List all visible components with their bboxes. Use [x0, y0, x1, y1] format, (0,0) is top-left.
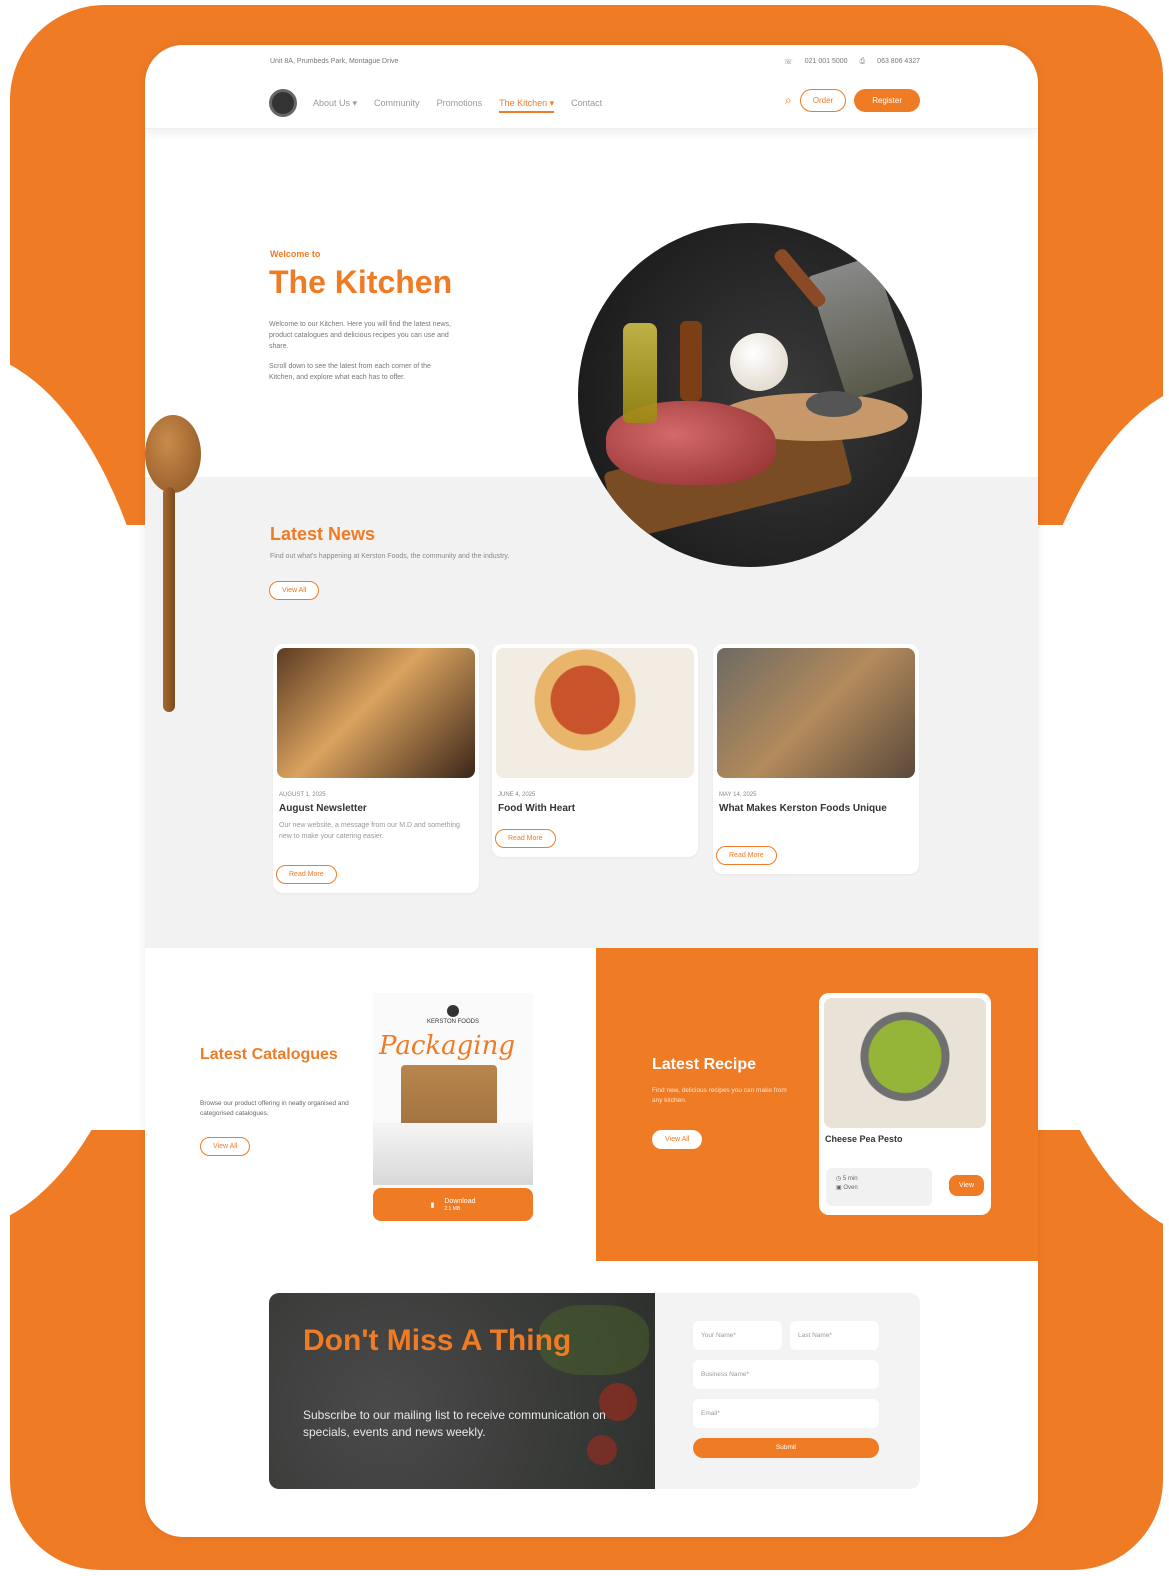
latest-news-section: Latest News Find out what's happening at… — [145, 477, 1038, 948]
newsletter-title: Don't Miss A Thing — [303, 1324, 572, 1357]
browser-mockup: Unit 8A, Prumbeds Park, Montague Drive ☏… — [145, 45, 1038, 1537]
download-label: Download — [444, 1197, 476, 1205]
news-card-title: What Makes Kerston Foods Unique — [719, 803, 887, 814]
search-icon[interactable]: ⌕ — [785, 93, 792, 108]
read-more-button[interactable]: Read More — [716, 846, 777, 865]
main-navbar: About Us ▾ Community Promotions The Kitc… — [145, 77, 1038, 129]
hero-food-image — [578, 223, 922, 567]
read-more-button[interactable]: Read More — [276, 865, 337, 884]
read-more-button[interactable]: Read More — [495, 829, 556, 848]
download-size: 2.1 MB — [444, 1205, 461, 1212]
nav-contact[interactable]: Contact — [571, 98, 602, 113]
news-card-title: August Newsletter — [279, 803, 367, 814]
recipe-title: Latest Recipe — [652, 1056, 757, 1073]
hero-section: Welcome to The Kitchen Welcome to our Ki… — [145, 129, 1038, 567]
recipe-method: Oven — [843, 1185, 858, 1191]
register-button[interactable]: Register — [854, 89, 920, 112]
recipe-card[interactable]: Cheese Pea Pesto ◷ 5 min ▣ Oven View — [819, 993, 991, 1215]
last-name-field[interactable]: Last Name* — [790, 1321, 879, 1350]
email-field[interactable]: Email* — [693, 1399, 879, 1428]
subscribe-form: Your Name* Last Name* Business Name* Ema… — [693, 1321, 879, 1458]
news-view-all-button[interactable]: View All — [269, 581, 320, 600]
catalogue-brand: KERSTON FOODS — [425, 1005, 481, 1025]
catalogues-view-all-button[interactable]: View All — [200, 1137, 251, 1156]
recipe-view-button[interactable]: View — [948, 1175, 984, 1196]
kerston-logo[interactable] — [269, 89, 297, 117]
submit-button[interactable]: Submit — [693, 1438, 879, 1458]
news-card-image — [277, 648, 475, 778]
latest-recipe-section: Latest Recipe Find new, delicious recipe… — [596, 948, 1038, 1261]
newsletter-banner: Don't Miss A Thing Subscribe to our mail… — [269, 1293, 655, 1489]
catalogues-desc: Browse our product offering in neatly or… — [200, 1100, 349, 1117]
recipe-view-all-button[interactable]: View All — [652, 1130, 703, 1149]
news-card[interactable]: MAY 14, 2025 What Makes Kerston Foods Un… — [713, 644, 919, 874]
news-card-image — [717, 648, 915, 778]
news-card[interactable]: AUGUST 1, 2025 August Newsletter Our new… — [273, 644, 479, 893]
recipe-desc: Find new, delicious recipes you can make… — [652, 1087, 787, 1104]
news-card-image — [496, 648, 694, 778]
catalogues-title: Latest Catalogues — [200, 1046, 338, 1063]
recipe-time: 5 min — [842, 1176, 858, 1182]
news-title: Latest News — [270, 524, 376, 544]
nav-promotions[interactable]: Promotions — [437, 98, 483, 113]
nav-community[interactable]: Community — [374, 98, 420, 113]
news-card-date: MAY 14, 2025 — [719, 792, 757, 798]
fax-number: 063 806 4327 — [877, 58, 920, 65]
nav-the-kitchen[interactable]: The Kitchen ▾ — [499, 98, 555, 113]
newsletter-section: Don't Miss A Thing Subscribe to our mail… — [269, 1293, 920, 1489]
news-card-desc: Our new website, a message from our M.D … — [279, 822, 460, 840]
hero-welcome: Welcome to — [270, 249, 321, 259]
hero-paragraph-2: Scroll down to see the latest from each … — [269, 363, 431, 381]
fax-icon: ⎙ — [859, 58, 866, 65]
nav-menu: About Us ▾ Community Promotions The Kitc… — [313, 98, 602, 113]
top-info-bar: Unit 8A, Prumbeds Park, Montague Drive ☏… — [145, 45, 1038, 77]
news-card-date: JUNE 4, 2025 — [498, 792, 536, 798]
wooden-spoon-decoration — [133, 415, 208, 715]
nav-about-us[interactable]: About Us ▾ — [313, 98, 357, 113]
address-text: Unit 8A, Prumbeds Park, Montague Drive — [270, 58, 399, 65]
recipe-card-image — [824, 998, 986, 1128]
first-name-field[interactable]: Your Name* — [693, 1321, 782, 1350]
business-name-field[interactable]: Business Name* — [693, 1360, 879, 1389]
recipe-name: Cheese Pea Pesto — [825, 1134, 903, 1144]
news-card-date: AUGUST 1, 2025 — [279, 792, 326, 798]
file-icon: ▮ — [430, 1201, 435, 1209]
latest-catalogues-section: Latest Catalogues Browse our product off… — [145, 948, 596, 1261]
clock-icon: ◷ — [836, 1176, 843, 1182]
phone-icon: ☏ — [783, 59, 793, 66]
hero-title: The Kitchen — [269, 264, 453, 300]
phone-number[interactable]: 021 001 5000 — [805, 58, 848, 66]
catalogue-title: Packaging — [379, 1031, 515, 1061]
news-card-title: Food With Heart — [498, 803, 576, 814]
news-subtitle: Find out what's happening at Kerston Foo… — [270, 553, 510, 560]
news-card[interactable]: JUNE 4, 2025 Food With Heart Read More — [492, 644, 698, 857]
order-button[interactable]: Order — [799, 89, 847, 112]
download-button[interactable]: ▮ Download 2.1 MB — [373, 1188, 533, 1221]
newsletter-text: Subscribe to our mailing list to receive… — [303, 1408, 606, 1439]
catalogue-cover[interactable]: KERSTON FOODS Packaging — [373, 993, 533, 1220]
recipe-meta: ◷ 5 min ▣ Oven — [826, 1168, 932, 1206]
hero-paragraph-1: Welcome to our Kitchen. Here you will fi… — [269, 321, 451, 350]
